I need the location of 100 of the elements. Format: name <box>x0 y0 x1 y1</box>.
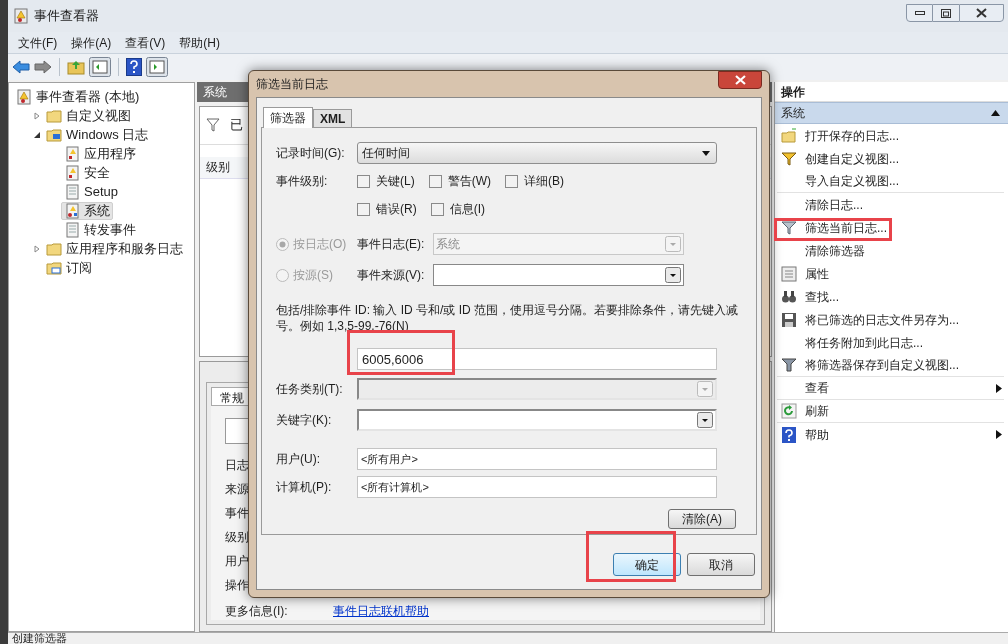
funnel-icon <box>781 357 797 373</box>
field-label: 来源 <box>225 481 249 498</box>
panel-header: 系统 <box>203 83 227 101</box>
close-button[interactable] <box>959 4 1004 22</box>
checkbox[interactable]: 信息(I) <box>430 200 485 218</box>
subscription-icon <box>46 259 62 276</box>
minimize-button[interactable] <box>906 4 933 22</box>
menu-item[interactable]: 帮助(H) <box>179 33 220 52</box>
checkbox[interactable]: 关键(L) <box>357 172 415 190</box>
action-item[interactable]: 清除筛选器 <box>777 239 1004 262</box>
tree-item[interactable]: 系统 <box>61 201 113 220</box>
collapsed-icon[interactable] <box>33 244 41 253</box>
panel-toggle-icon[interactable] <box>89 57 111 77</box>
tree-item[interactable]: 事件查看器 (本地) <box>13 87 143 106</box>
back-icon[interactable] <box>12 60 30 74</box>
ok-button[interactable]: 确定 <box>613 553 681 576</box>
input-field[interactable]: <所有用户> <box>357 448 717 470</box>
dialog-title: 筛选当前日志 <box>256 76 328 93</box>
funnel-icon <box>781 219 797 236</box>
tree-item[interactable]: Setup <box>61 182 121 201</box>
field-label: 用户 <box>225 553 249 570</box>
field-label: 操作 <box>225 577 249 594</box>
checkbox[interactable]: 警告(W) <box>428 172 491 190</box>
field-label: 日志 <box>225 457 249 474</box>
field-label: 任务类别(T): <box>276 381 343 398</box>
action-item[interactable]: 将任务附加到此日志... <box>777 331 1004 354</box>
panel-header: 操作 <box>781 83 805 101</box>
checkbox[interactable]: 详细(B) <box>505 172 564 190</box>
action-item[interactable]: 帮助 <box>777 423 1004 446</box>
log-icon <box>64 183 80 200</box>
checkbox-icon[interactable] <box>505 174 518 188</box>
help-icon[interactable] <box>126 58 142 76</box>
expanded-icon[interactable] <box>33 130 41 139</box>
funnel-icon <box>206 118 220 133</box>
save-icon <box>781 311 797 328</box>
action-item[interactable]: 刷新 <box>777 400 1004 423</box>
action-item[interactable]: 打开保存的日志... <box>777 124 1004 147</box>
column-header[interactable]: 级别 <box>206 158 230 177</box>
checkbox-icon[interactable] <box>357 174 370 188</box>
dropdown: 系统 <box>433 233 684 255</box>
radio-label: 按源(S) <box>293 267 333 284</box>
tree-item[interactable]: 应用程序和服务日志 <box>43 239 186 258</box>
field-label: 事件级别: <box>276 173 328 190</box>
minimize-icon <box>914 11 925 15</box>
field-label: 事件来源(V): <box>357 267 426 284</box>
help-icon <box>781 426 797 443</box>
field-label: 级别 <box>225 529 249 546</box>
action-item[interactable]: 查找... <box>777 285 1004 308</box>
menu-item[interactable]: 操作(A) <box>71 33 112 52</box>
field-label: 用户(U): <box>276 451 320 468</box>
tab[interactable]: XML <box>313 109 353 127</box>
field-label: 事件 <box>225 505 249 522</box>
collapsed-icon[interactable] <box>33 111 41 120</box>
status-text: 创建筛选器 <box>12 633 67 644</box>
action-item[interactable]: 属性 <box>777 262 1004 285</box>
folder-up-icon[interactable] <box>67 59 85 75</box>
action-item[interactable]: 将已筛选的日志文件另存为... <box>777 308 1004 331</box>
input-field[interactable]: 6005,6006 <box>357 348 717 370</box>
properties-icon <box>781 265 797 282</box>
help-link[interactable]: 事件日志联机帮助 <box>333 602 429 620</box>
cancel-button[interactable]: 取消 <box>687 553 755 576</box>
checkbox-icon[interactable] <box>357 202 370 216</box>
forward-icon[interactable] <box>34 60 52 74</box>
tree-item[interactable]: 自定义视图 <box>43 106 134 125</box>
section-header[interactable]: 系统 <box>775 102 1008 124</box>
tree-item[interactable]: 安全 <box>61 163 113 182</box>
log-icon <box>64 145 80 162</box>
tab[interactable]: 筛选器 <box>263 107 313 128</box>
action-item[interactable]: 查看 <box>777 377 1004 400</box>
panel-toggle-icon[interactable] <box>146 57 168 77</box>
collapse-icon[interactable] <box>991 110 1000 116</box>
input-field[interactable]: <所有计算机> <box>357 476 717 498</box>
log-book-icon <box>16 88 32 105</box>
field-label: 事件日志(E): <box>357 236 426 253</box>
action-item[interactable]: 筛选当前日志... <box>777 216 1004 239</box>
tree-item[interactable]: 应用程序 <box>61 144 139 163</box>
menu-item[interactable]: 文件(F) <box>18 33 58 52</box>
dropdown[interactable]: 任何时间 <box>357 142 717 164</box>
funnel-icon <box>781 150 797 167</box>
tree-item[interactable]: 订阅 <box>43 258 95 277</box>
checkbox[interactable]: 错误(R) <box>357 200 417 218</box>
folder-icon <box>781 127 797 144</box>
action-item[interactable]: 创建自定义视图... <box>777 147 1004 170</box>
clear-button[interactable]: 清除(A) <box>668 509 736 529</box>
maximize-button[interactable] <box>933 4 959 22</box>
log-icon <box>64 221 80 238</box>
close-icon <box>734 75 746 85</box>
action-item[interactable]: 导入自定义视图... <box>777 170 1004 193</box>
binoculars-icon <box>781 288 797 305</box>
checkbox-icon[interactable] <box>428 174 442 188</box>
close-icon <box>976 8 987 18</box>
menu-item[interactable]: 查看(V) <box>125 33 166 52</box>
action-item[interactable]: 清除日志... <box>777 193 1004 216</box>
maximize-icon <box>941 8 951 18</box>
close-button[interactable] <box>718 71 762 89</box>
tree-item[interactable]: 转发事件 <box>61 220 139 239</box>
action-item[interactable]: 将筛选器保存到自定义视图... <box>777 354 1004 377</box>
checkbox-icon[interactable] <box>430 202 444 216</box>
folder-icon <box>46 107 62 124</box>
tree-item[interactable]: Windows 日志 <box>43 125 152 144</box>
